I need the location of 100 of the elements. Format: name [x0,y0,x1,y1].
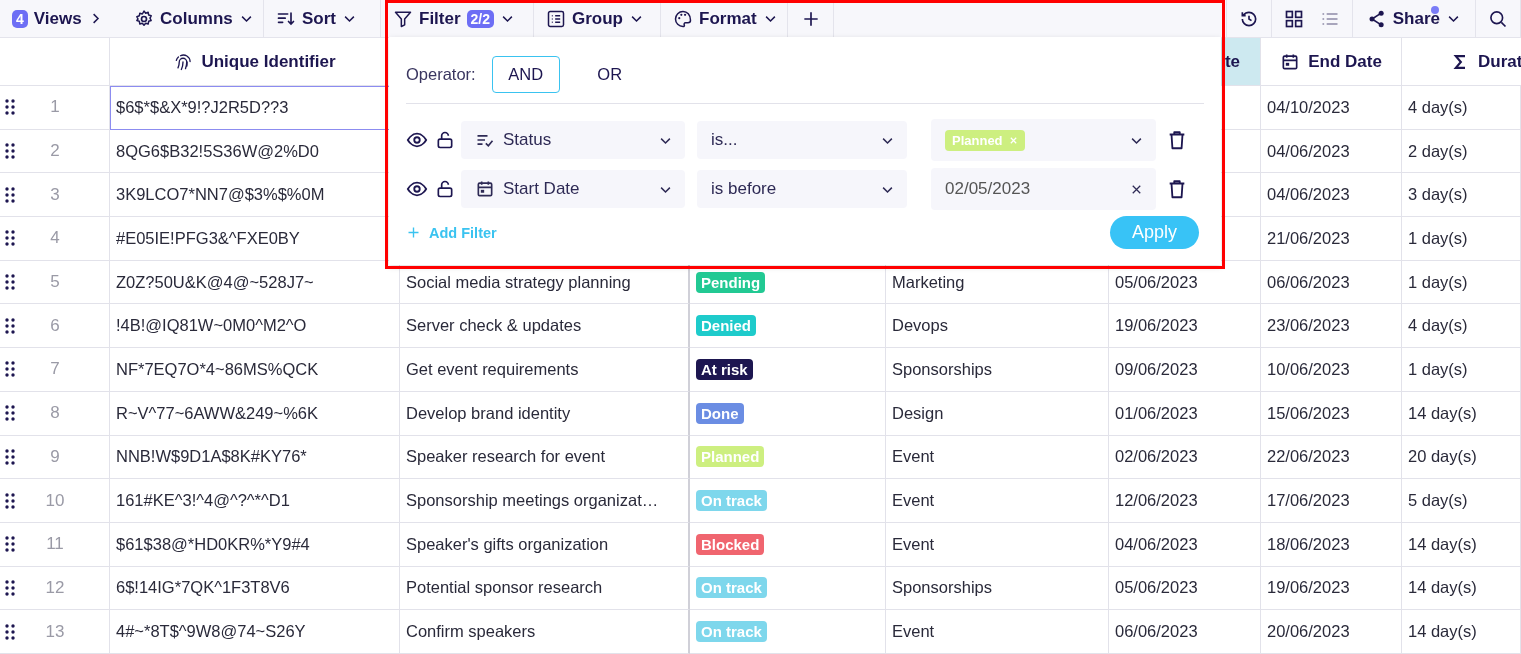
table-cell: 5 day(s) [1402,479,1521,523]
count-badge: 2/2 [466,9,495,28]
table-cell: Get event requirements [400,348,690,392]
unlock-icon[interactable] [435,178,455,200]
table-cell: Server check & updates [400,304,690,349]
operator-label: Operator: [406,64,476,84]
table-cell: 12/06/2023 [1109,479,1261,523]
table-cell: 1 day(s) [1402,348,1521,392]
column-header[interactable]: End Date [1261,38,1402,86]
table-cell[interactable]: 4#~*8T$^9W8@74~S26Y [110,610,400,654]
views-button[interactable]: 4 Views [0,0,122,37]
drag-handle-icon[interactable] [4,186,16,203]
table-cell: Speaker research for event [400,435,690,480]
plus-icon [406,225,421,240]
calendar-icon [475,179,495,199]
drag-handle-icon[interactable] [4,230,16,247]
table-cell: 04/06/2023 [1261,173,1402,218]
row-number: 5 [49,272,61,293]
drag-handle-icon[interactable] [4,448,16,465]
field-dropdown[interactable]: Start Date [461,170,685,208]
table-cell: 04/10/2023 [1261,86,1402,130]
search-icon [1488,8,1508,29]
drag-handle-icon[interactable] [4,99,16,116]
table-cell: 14 day(s) [1402,566,1521,611]
table-cell: 19/06/2023 [1109,304,1261,349]
status-tag: At risk [696,358,753,380]
table-cell: 04/06/2023 [1109,522,1261,567]
table-cell: 1 day(s) [1402,260,1521,305]
table-cell[interactable]: NF*7EQ7O*4~86MS%QCK [110,348,400,392]
row-number: 3 [49,184,61,205]
table-cell[interactable]: 161#KE^3!^4@^?^*^D1 [110,479,400,523]
operator-option[interactable]: AND [491,55,560,93]
status-tag: Blocked [696,533,765,555]
row-number: 11 [45,534,65,555]
table-cell: 14 day(s) [1402,391,1521,436]
drag-handle-icon[interactable] [4,274,16,291]
table-cell: Speaker's gifts organization [400,522,690,567]
date-field[interactable]: 02/05/2023 [931,168,1156,210]
operator-option[interactable]: OR [575,55,644,93]
table-cell: 20/06/2023 [1261,610,1402,654]
drag-handle-icon[interactable] [4,536,16,553]
table-cell: 05/06/2023 [1109,566,1261,611]
drag-handle-icon[interactable] [4,317,16,334]
table-cell: 21/06/2023 [1261,217,1402,261]
table-cell: 06/06/2023 [1109,610,1261,654]
status-tag: On track [696,621,767,643]
table-cell: 18/06/2023 [1261,522,1402,567]
status-tag: On track [696,577,767,599]
columns-button[interactable]: Columns [122,0,264,37]
table-cell: 15/06/2023 [1261,391,1402,436]
table-cell: 14 day(s) [1402,610,1521,654]
table-cell: Sponsorships [886,348,1109,392]
table-cell: Develop brand identity [400,391,690,436]
row-number: 2 [49,141,61,162]
drag-handle-icon[interactable] [4,492,16,509]
drag-handle-icon[interactable] [4,623,16,640]
row-number: 13 [44,621,66,642]
status-tag: Denied [696,315,756,337]
table-cell: 1 day(s) [1402,217,1521,261]
row-number: 10 [44,490,66,511]
fingerprint-icon [173,51,194,72]
table-cell: 4 day(s) [1402,304,1521,349]
table-cell: 3 day(s) [1402,173,1521,218]
row-number: 1 [49,97,61,118]
table-cell: Design [886,391,1109,436]
table-cell: Devops [886,304,1109,349]
count-badge: 4 [12,9,28,28]
drag-handle-icon[interactable] [4,579,16,596]
share-button[interactable]: Share [1352,0,1476,37]
row-number: 6 [49,315,61,336]
drag-handle-icon[interactable] [4,405,16,422]
table-cell: Event [886,610,1109,654]
table-cell: Sponsorships [886,566,1109,611]
table-cell: Event [886,479,1109,523]
row-number: 7 [49,359,61,380]
table-cell: Confirm speakers [400,610,690,654]
table-cell[interactable]: NNB!W$9D1A$8K#KY76* [110,435,400,480]
palette-icon [673,8,693,29]
drag-handle-icon[interactable] [4,361,16,378]
table-cell[interactable]: $61$38@*HD0KR%*Y9#4 [110,522,400,567]
table-cell: 01/06/2023 [1109,391,1261,436]
table-cell: 4 day(s) [1402,86,1521,130]
table-cell[interactable]: 6$!14IG*7QK^1F3T8V6 [110,566,400,611]
table-cell: 19/06/2023 [1261,566,1402,611]
table-cell: 17/06/2023 [1261,479,1402,523]
table-cell[interactable]: !4B!@IQ81W~0M0^M2^O [110,304,400,349]
status-tag: Planned [696,446,765,468]
condition-dropdown[interactable]: is before [697,170,907,208]
table-cell: 23/06/2023 [1261,304,1402,349]
unlock-icon[interactable] [435,129,455,151]
table-cell[interactable]: R~V^77~6AWW&249~%6K [110,391,400,436]
row-number: 9 [49,446,61,467]
field-dropdown[interactable]: Status [461,121,685,159]
sort-button[interactable]: Sort [264,0,381,37]
condition-dropdown[interactable]: is... [697,121,907,159]
table-cell: 10/06/2023 [1261,348,1402,392]
drag-handle-icon[interactable] [4,143,16,160]
table-cell: Sponsorship meetings organizat… [400,479,690,523]
row-number: 8 [49,403,61,424]
status-tag: Planned [945,129,1025,151]
